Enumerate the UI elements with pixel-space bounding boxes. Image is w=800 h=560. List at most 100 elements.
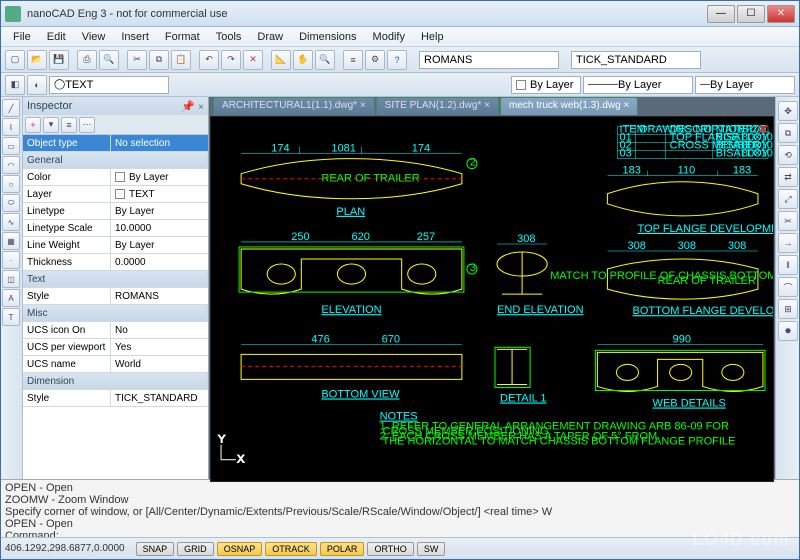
help-icon[interactable]: ? [387,50,407,70]
toolbar-draw: ╱ ⌇ ▭ ◠ ○ ⬭ ∿ ▦ · ◫ A T [1,97,23,479]
status-snap[interactable]: SNAP [136,542,175,556]
arc-icon[interactable]: ◠ [2,156,20,174]
insp-add-icon[interactable]: + [25,117,41,133]
prop-value[interactable]: 0.0000 [111,254,208,270]
textstyle-combo[interactable]: ◯ TEXT [49,76,169,94]
rotate-icon[interactable]: ⟲ [778,145,798,165]
svg-text:03: 03 [619,148,631,160]
doc-tab[interactable]: SITE PLAN(1.2).dwg* × [376,97,499,115]
inspector-pin-icon[interactable]: 📌 × [181,100,204,113]
move-icon[interactable]: ✥ [778,101,798,121]
prop-value[interactable]: No selection [111,135,208,151]
paste-icon[interactable]: 📋 [171,50,191,70]
command-panel[interactable]: OPEN - Open ZOOMW - Zoom Window Specify … [1,479,799,537]
menubar: FileEditViewInsertFormatToolsDrawDimensi… [1,27,799,47]
font-combo[interactable]: ROMANS [419,51,559,69]
circle-icon[interactable]: ○ [2,175,20,193]
status-polar[interactable]: POLAR [320,542,365,556]
undo-icon[interactable]: ↶ [199,50,219,70]
menu-modify[interactable]: Modify [365,29,413,45]
menu-format[interactable]: Format [157,29,208,45]
array-icon[interactable]: ⊞ [778,299,798,319]
layer-prev-icon[interactable]: ◐ [27,75,47,95]
ellipse-icon[interactable]: ⬭ [2,194,20,212]
copy-icon[interactable]: ⧉ [149,50,169,70]
color-combo[interactable]: By Layer [511,76,581,94]
new-icon[interactable]: ▢ [5,50,25,70]
open-icon[interactable]: 📂 [27,50,47,70]
prop-value[interactable]: By Layer [111,203,208,219]
point-icon[interactable]: · [2,251,20,269]
prop-value[interactable]: World [111,356,208,372]
text-icon[interactable]: A [2,289,20,307]
extend-icon[interactable]: → [778,233,798,253]
menu-draw[interactable]: Draw [249,29,291,45]
svg-text:BOTTOM VIEW: BOTTOM VIEW [321,388,400,400]
pan-icon[interactable]: ✋ [293,50,313,70]
copy2-icon[interactable]: ⧉ [778,123,798,143]
menu-view[interactable]: View [74,29,114,45]
maximize-button[interactable]: ☐ [737,5,765,23]
trim-icon[interactable]: ✂ [778,211,798,231]
doc-tab[interactable]: mech truck web(1.3).dwg × [500,97,638,115]
canvas-close-icon[interactable]: ✕ [757,121,769,138]
mtext-icon[interactable]: T [2,308,20,326]
scale-icon[interactable]: ⤢ [778,189,798,209]
close-button[interactable]: ✕ [767,5,795,23]
properties-icon[interactable]: ⚙ [365,50,385,70]
status-otrack[interactable]: OTRACK [265,542,317,556]
insp-filter-icon[interactable]: ▾ [43,117,59,133]
line-icon[interactable]: ╱ [2,99,20,117]
titlebar: nanoCAD Eng 3 - not for commercial use —… [1,1,799,27]
status-grid[interactable]: GRID [177,542,214,556]
prop-value[interactable]: TICK_STANDARD [111,390,208,406]
status-ortho[interactable]: ORTHO [367,542,413,556]
status-sw[interactable]: SW [417,542,446,556]
prop-value[interactable]: ROMANS [111,288,208,304]
cut-icon[interactable]: ✂ [127,50,147,70]
insp-list-icon[interactable]: ≡ [61,117,77,133]
lineweight-combo[interactable]: — By Layer [695,76,795,94]
menu-edit[interactable]: Edit [39,29,74,45]
prop-value[interactable]: No [111,322,208,338]
inspector-toolbar: + ▾ ≡ ⋯ [23,115,208,135]
fillet-icon[interactable]: ⌒ [778,277,798,297]
spline-icon[interactable]: ∿ [2,213,20,231]
delete-icon[interactable]: ✕ [243,50,263,70]
measure-icon[interactable]: 📐 [271,50,291,70]
insp-more-icon[interactable]: ⋯ [79,117,95,133]
inspector-close-icon[interactable]: × [198,102,204,113]
block-icon[interactable]: ◫ [2,270,20,288]
menu-tools[interactable]: Tools [208,29,250,45]
offset-icon[interactable]: ‖ [778,255,798,275]
polyline-icon[interactable]: ⌇ [2,118,20,136]
rect-icon[interactable]: ▭ [2,137,20,155]
prop-value[interactable]: By Layer [111,169,208,185]
layer-tool-icon[interactable]: ◧ [5,75,25,95]
zoom-icon[interactable]: 🔍 [315,50,335,70]
status-osnap[interactable]: OSNAP [217,542,263,556]
hatch-icon[interactable]: ▦ [2,232,20,250]
doc-tab[interactable]: ARCHITECTURAL1(1.1).dwg* × [213,97,375,115]
save-icon[interactable]: 💾 [49,50,69,70]
linetype-combo[interactable]: ——— By Layer [583,76,693,94]
drawing-canvas[interactable]: ✕ ITEMDRAWING NODESCRIPTIONMATERIALSIZE0… [210,116,774,482]
prop-value[interactable]: Yes [111,339,208,355]
prop-key: Style [23,390,111,406]
layers-icon[interactable]: ≡ [343,50,363,70]
prop-value[interactable]: 10.0000 [111,220,208,236]
preview-icon[interactable]: 🔍 [99,50,119,70]
minimize-button[interactable]: — [707,5,735,23]
menu-dimensions[interactable]: Dimensions [291,29,364,45]
menu-help[interactable]: Help [413,29,452,45]
menu-insert[interactable]: Insert [113,29,157,45]
explode-icon[interactable]: ✸ [778,321,798,341]
menu-file[interactable]: File [5,29,39,45]
mirror-icon[interactable]: ⇄ [778,167,798,187]
redo-icon[interactable]: ↷ [221,50,241,70]
prop-value[interactable]: By Layer [111,237,208,253]
print-icon[interactable]: ⎙ [77,50,97,70]
dimstyle-combo[interactable]: TICK_STANDARD [571,51,701,69]
prop-value[interactable]: TEXT [111,186,208,202]
prop-key: Layer [23,186,111,202]
